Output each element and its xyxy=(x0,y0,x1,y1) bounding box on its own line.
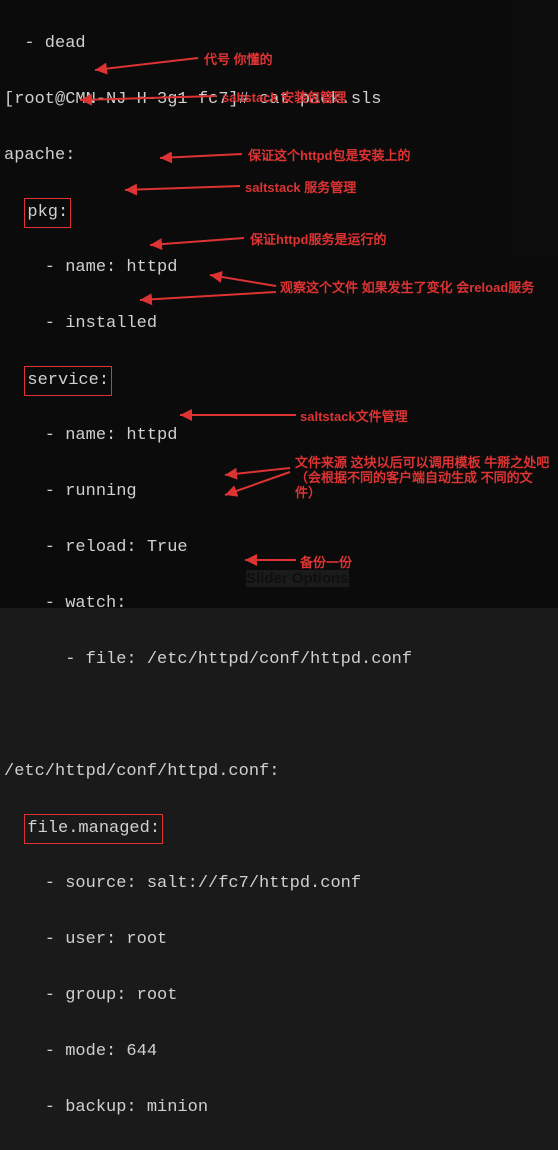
code-line: /etc/httpd/conf/httpd.conf: xyxy=(4,758,554,786)
code-line: - source: salt://fc7/httpd.conf xyxy=(4,870,554,898)
annotation-label: saltstack 服务管理 xyxy=(245,180,356,195)
code-line: - installed xyxy=(4,310,554,338)
code-line: - watch: xyxy=(4,590,554,618)
annotation-label: saltstack文件管理 xyxy=(300,409,408,424)
code-line: - reload: True xyxy=(4,534,554,562)
annotation-label: 观察这个文件 如果发生了变化 会reload服务 xyxy=(280,280,540,295)
code-line: - name: httpd xyxy=(4,254,554,282)
code-line: file.managed: xyxy=(4,814,554,842)
annotation-label: saltstack 安装包管理 xyxy=(222,90,346,105)
code-line xyxy=(4,702,554,730)
code-line: - mode: 644 xyxy=(4,1038,554,1066)
annotation-label: 文件来源 这块以后可以调用模板 牛掰之处吧（会根据不同的客户端自动生成 不同的文… xyxy=(295,455,550,500)
code-line: pkg: xyxy=(4,198,554,226)
code-line: service: xyxy=(4,366,554,394)
code-line: - user: root xyxy=(4,926,554,954)
annotation-label: 备份一份 xyxy=(300,555,352,570)
code-line: - dead xyxy=(4,30,554,58)
boxed-keyword-file-managed: file.managed: xyxy=(24,814,163,844)
boxed-keyword-service: service: xyxy=(24,366,112,396)
annotation-label: 代号 你懂的 xyxy=(204,52,273,67)
code-line: - backup: minion xyxy=(4,1094,554,1122)
code-line: - file: /etc/httpd/conf/httpd.conf xyxy=(4,646,554,674)
code-line: - name: httpd xyxy=(4,422,554,450)
annotation-label: 保证httpd服务是运行的 xyxy=(250,232,386,247)
code-line: - group: root xyxy=(4,982,554,1010)
boxed-keyword-pkg: pkg: xyxy=(24,198,71,228)
annotation-label: 保证这个httpd包是安装上的 xyxy=(248,148,410,163)
